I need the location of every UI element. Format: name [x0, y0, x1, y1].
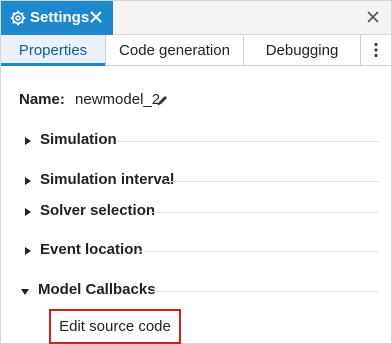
tab-properties[interactable]: Properties: [1, 35, 106, 66]
window-title: Settings: [30, 9, 90, 26]
section-label: Simulation: [40, 131, 117, 148]
model-name-value: newmodel_2: [75, 91, 161, 108]
chevron-right-icon: [25, 137, 31, 145]
tab-debugging[interactable]: Debugging: [244, 35, 361, 65]
chevron-right-icon: [25, 247, 31, 255]
tab-code-generation[interactable]: Code generation: [106, 35, 244, 65]
chevron-right-icon: [25, 177, 31, 185]
close-panel-icon[interactable]: [367, 11, 379, 23]
section-divider: [151, 212, 379, 213]
settings-title-tab[interactable]: Settings: [1, 1, 113, 35]
section-divider: [167, 181, 379, 182]
more-tabs-button[interactable]: [361, 35, 391, 65]
section-label: Event location: [40, 241, 143, 258]
edit-source-code-button[interactable]: Edit source code: [49, 309, 181, 344]
chevron-right-icon: [25, 208, 31, 216]
section-solver-selection[interactable]: Solver selection: [1, 200, 391, 224]
section-label: Simulation interval: [40, 171, 175, 188]
settings-panel: Settings Properties Code generation Debu…: [0, 0, 392, 344]
more-vertical-icon: [374, 42, 378, 58]
section-label: Model Callbacks: [38, 281, 156, 298]
section-model-callbacks[interactable]: Model Callbacks: [1, 279, 391, 303]
model-name-row: Name: newmodel_2: [19, 91, 167, 108]
section-divider: [117, 141, 379, 142]
chevron-down-icon: [21, 289, 29, 295]
section-simulation[interactable]: Simulation: [1, 129, 391, 153]
section-simulation-interval[interactable]: Simulation interval: [1, 169, 391, 193]
tab-bar: Properties Code generation Debugging: [1, 35, 391, 66]
section-label: Solver selection: [40, 202, 156, 219]
close-tab-icon[interactable]: [89, 10, 103, 24]
title-bar: Settings: [1, 1, 391, 35]
gear-icon: [10, 10, 26, 26]
pencil-icon[interactable]: [156, 94, 169, 107]
section-divider: [153, 291, 379, 292]
section-event-location[interactable]: Event location: [1, 239, 391, 263]
section-divider: [139, 251, 379, 252]
name-label: Name:: [19, 91, 65, 108]
